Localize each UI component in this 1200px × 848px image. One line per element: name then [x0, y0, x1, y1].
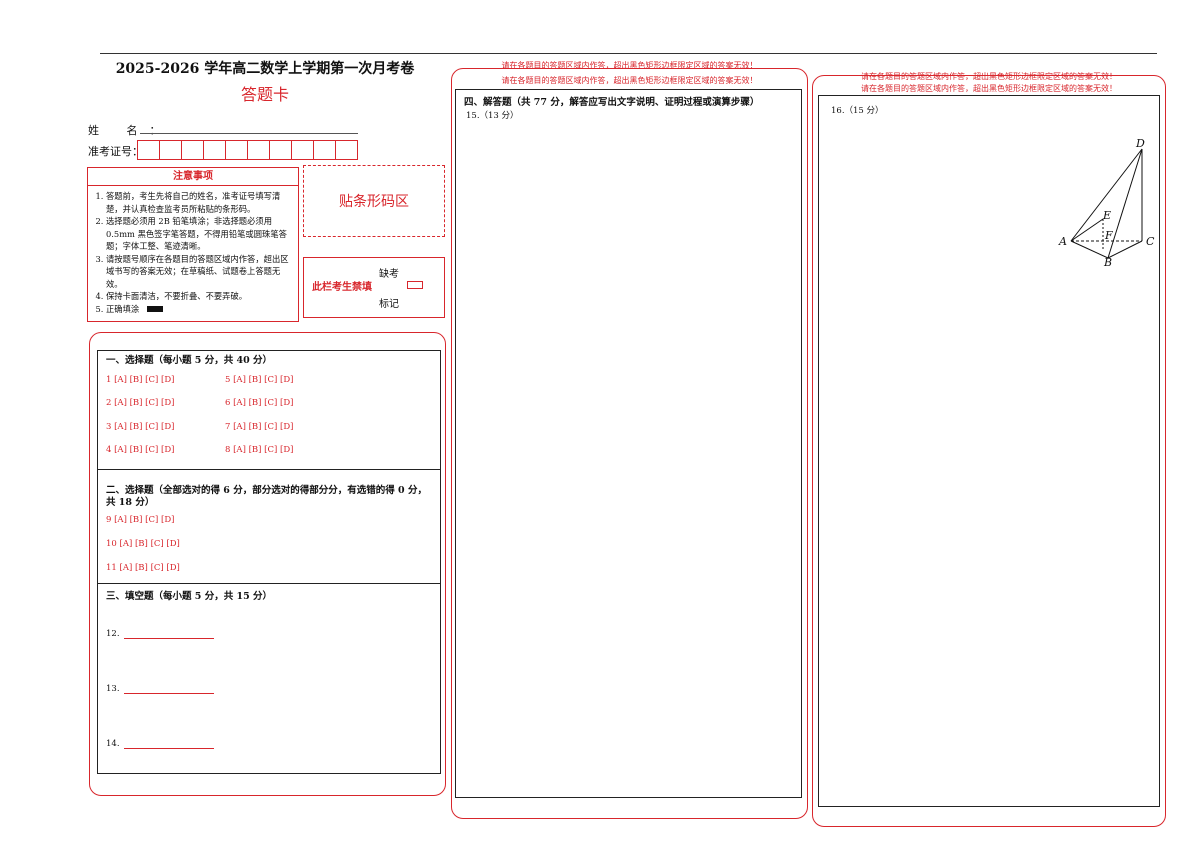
edge-ad — [1070, 148, 1143, 242]
choice-row-8[interactable]: 8 [A] [B] [C] [D] — [225, 445, 293, 455]
notice-item: 选择题必须用 2B 铅笔填涂；非选择题必须用 0.5mm 黑色签字笔答题，不得用… — [106, 215, 294, 253]
id-label: 准考证号： — [88, 145, 143, 158]
notice-item: 答题前，考生先将自己的姓名，准考证号填写清楚，并认真检查监考员所粘贴的条形码。 — [106, 190, 294, 215]
choice-row-6[interactable]: 6 [A] [B] [C] [D] — [225, 398, 293, 408]
notice-list: 答题前，考生先将自己的姓名，准考证号填写清楚，并认真检查监考员所粘贴的条形码。 … — [88, 190, 298, 315]
id-digit-box[interactable] — [182, 140, 204, 160]
point-a-label: A — [1058, 235, 1067, 248]
blank-12-label: 12. — [106, 629, 120, 639]
point-f-label: F — [1104, 229, 1113, 242]
filled-mark-sample — [147, 306, 164, 312]
blank-13-label: 13. — [106, 684, 120, 694]
notice-item-label: 正确填涂 — [106, 303, 140, 314]
section2-title: 二、选择题（全部选对的得 6 分，部分选对的得部分分，有选错的得 0 分，共 1… — [106, 485, 427, 508]
absent-box: 此栏考生禁填 缺考 标记 — [303, 257, 445, 318]
choice-row-1[interactable]: 1 [A] [B] [C] [D] — [106, 375, 174, 385]
id-digit-box[interactable] — [270, 140, 292, 160]
absent-mark-label-bottom: 标记 — [379, 299, 399, 310]
point-d-label: D — [1135, 137, 1145, 150]
blank-14-line[interactable] — [124, 748, 214, 749]
choice-row-4[interactable]: 4 [A] [B] [C] [D] — [106, 445, 174, 455]
id-digit-box[interactable] — [336, 140, 358, 160]
page-title: 2025-2026 学年高二数学上学期第一次月考卷 — [115, 61, 415, 77]
section3-title: 三、填空题（每小题 5 分，共 15 分） — [106, 591, 273, 602]
name-label: 姓 名： — [88, 124, 173, 137]
choice-row-3[interactable]: 3 [A] [B] [C] [D] — [106, 422, 174, 432]
notice-item-fill-example: 正确填涂 — [106, 303, 294, 316]
edge-bc — [1107, 240, 1143, 259]
name-field[interactable] — [140, 133, 358, 134]
choice-row-9[interactable]: 9 [A] [B] [C] [D] — [106, 515, 174, 525]
absent-label: 此栏考生禁填 — [312, 282, 372, 293]
choice-row-7[interactable]: 7 [A] [B] [C] [D] — [225, 422, 293, 432]
id-digit-box[interactable] — [204, 140, 226, 160]
warning-text: 请在各题目的答题区域内作答，超出黑色矩形边框限定区域的答案无效！ — [501, 76, 758, 85]
question-15-label: 15.（13 分） — [466, 111, 519, 121]
point-c-label: C — [1146, 235, 1155, 248]
id-digit-box[interactable] — [137, 140, 160, 160]
question-16-label: 16.（15 分） — [831, 106, 884, 116]
point-e-label: E — [1102, 209, 1111, 222]
choice-row-10[interactable]: 10 [A] [B] [C] [D] — [106, 539, 180, 549]
blank-14-label: 14. — [106, 739, 120, 749]
id-digit-box[interactable] — [160, 140, 182, 160]
notice-box: 注意事项 答题前，考生先将自己的姓名，准考证号填写清楚，并认真检查监考员所粘贴的… — [87, 167, 299, 322]
objective-answer-area: 一、选择题（每小题 5 分，共 40 分） 1 [A] [B] [C] [D] … — [97, 350, 441, 774]
notice-item: 请按题号顺序在各题目的答题区域内作答，超出区域书写的答案无效；在草稿纸、试题卷上… — [106, 253, 294, 291]
section-multi-select: 二、选择题（全部选对的得 6 分，部分选对的得部分分，有选错的得 0 分，共 1… — [98, 470, 440, 584]
notice-heading: 注意事项 — [88, 168, 298, 186]
absent-checkbox[interactable] — [407, 281, 423, 289]
id-digit-box[interactable] — [248, 140, 270, 160]
section4-title: 四、解答题（共 77 分，解答应写出文字说明、证明过程或演算步骤） — [464, 97, 760, 108]
blank-13-line[interactable] — [124, 693, 214, 694]
segment-ae — [1070, 218, 1104, 242]
choice-row-2[interactable]: 2 [A] [B] [C] [D] — [106, 398, 174, 408]
section-multiple-choice: 一、选择题（每小题 5 分，共 40 分） 1 [A] [B] [C] [D] … — [98, 351, 440, 470]
id-digit-box[interactable] — [292, 140, 314, 160]
choice-row-5[interactable]: 5 [A] [B] [C] [D] — [225, 375, 293, 385]
id-digit-box[interactable] — [314, 140, 336, 160]
geometry-figure: A B C D E F — [1058, 137, 1155, 269]
answer-card-subtitle: 答题卡 — [240, 85, 289, 104]
section-fill-blank: 三、填空题（每小题 5 分，共 15 分） 12. 13. 14. — [98, 584, 440, 774]
top-rule — [100, 53, 1157, 54]
id-number-boxes[interactable] — [137, 140, 358, 160]
notice-item: 保持卡面清洁，不要折叠、不要弄破。 — [106, 290, 294, 303]
point-b-label: B — [1103, 256, 1112, 269]
answer-area-q15[interactable]: 四、解答题（共 77 分，解答应写出文字说明、证明过程或演算步骤） 15.（13… — [455, 89, 802, 798]
warning-text: 请在各题目的答题区域内作答，超出黑色矩形边框限定区域的答案无效！ — [861, 72, 1117, 81]
warning-text: 请在各题目的答题区域内作答，超出黑色矩形边框限定区域的答案无效！ — [861, 84, 1117, 93]
edge-bd — [1107, 148, 1143, 259]
choice-row-11[interactable]: 11 [A] [B] [C] [D] — [106, 563, 180, 573]
blank-12-line[interactable] — [124, 638, 214, 639]
absent-mark-label-top: 缺考 — [379, 269, 399, 280]
section1-title: 一、选择题（每小题 5 分，共 40 分） — [106, 355, 273, 366]
edge-ab — [1070, 240, 1109, 259]
barcode-area: 贴条形码区 — [303, 165, 445, 237]
id-digit-box[interactable] — [226, 140, 248, 160]
